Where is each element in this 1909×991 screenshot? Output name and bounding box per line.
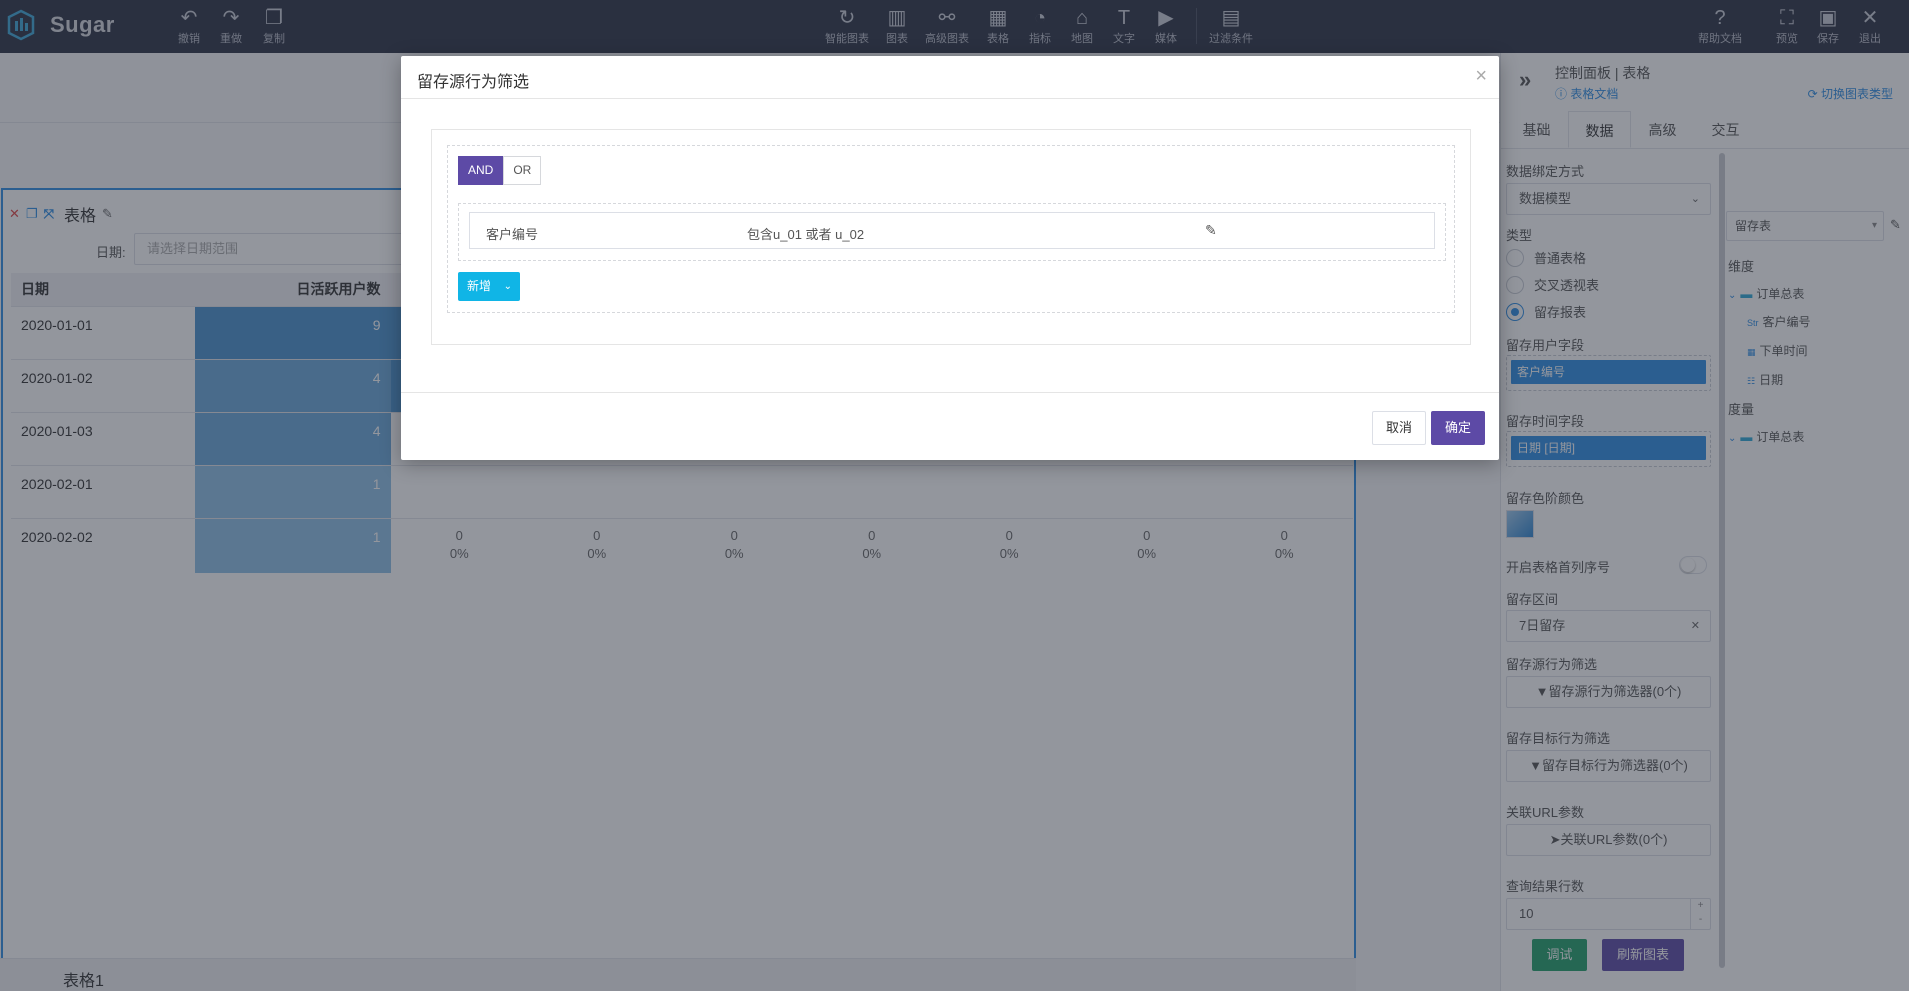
add-condition-button[interactable]: 新增 ⌄ <box>458 272 520 301</box>
dialog-body: AND OR 客户编号 包含u_01 或者 u_02 ✎ 新增 ⌄ <box>431 129 1471 345</box>
condition-value: 包含u_01 或者 u_02 <box>747 227 865 242</box>
chevron-down-icon: ⌄ <box>503 281 512 292</box>
edit-pencil-icon[interactable]: ✎ <box>1205 222 1217 239</box>
dialog-footer: 取消 确定 <box>401 392 1499 460</box>
condition-field: 客户编号 <box>486 227 539 242</box>
or-button[interactable]: OR <box>503 156 542 185</box>
dialog-header: 留存源行为筛选 × <box>401 56 1499 99</box>
condition-row[interactable]: 客户编号 包含u_01 或者 u_02 ✎ <box>469 212 1435 249</box>
condition-group: AND OR 客户编号 包含u_01 或者 u_02 ✎ 新增 ⌄ <box>447 145 1455 313</box>
dialog-title: 留存源行为筛选 <box>417 74 530 91</box>
source-filter-dialog: 留存源行为筛选 × AND OR 客户编号 包含u_01 或者 u_02 ✎ 新… <box>401 56 1499 460</box>
condition-list: 客户编号 包含u_01 或者 u_02 ✎ <box>458 203 1446 261</box>
and-button[interactable]: AND <box>458 156 504 185</box>
confirm-button[interactable]: 确定 <box>1431 411 1485 445</box>
logic-toggle: AND OR <box>458 156 542 185</box>
cancel-button[interactable]: 取消 <box>1372 411 1426 445</box>
close-icon[interactable]: × <box>1475 65 1487 88</box>
